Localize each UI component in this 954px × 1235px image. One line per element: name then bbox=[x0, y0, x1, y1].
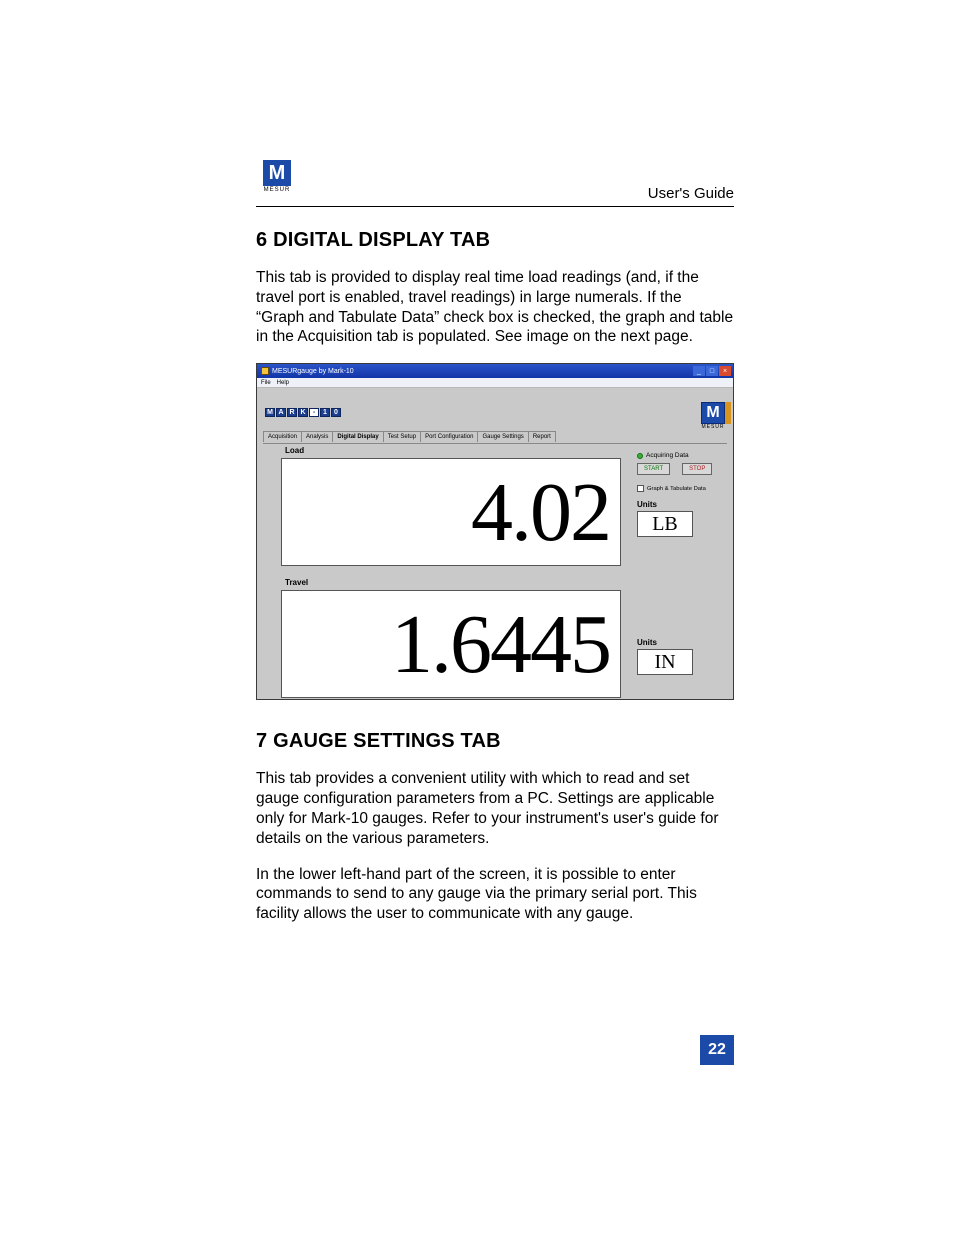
section-6-heading: 6 DIGITAL DISPLAY TAB bbox=[256, 229, 734, 252]
tab-report[interactable]: Report bbox=[528, 431, 556, 442]
graph-tabulate-label: Graph & Tabulate Data bbox=[647, 486, 706, 492]
page-header: M MESUR User's Guide bbox=[256, 160, 734, 207]
gauge-badge-icon bbox=[725, 402, 731, 424]
acquiring-label: Acquiring Data bbox=[646, 452, 689, 459]
tab-underline bbox=[263, 443, 727, 444]
graph-tabulate-checkbox[interactable] bbox=[637, 485, 644, 492]
document-page: M MESUR User's Guide 6 DIGITAL DISPLAY T… bbox=[0, 0, 954, 1235]
mesur-mini-square: M bbox=[701, 402, 725, 424]
logo-subtext: MESUR bbox=[264, 187, 291, 193]
minimize-button[interactable]: _ bbox=[693, 366, 705, 376]
section-7-heading: 7 GAUGE SETTINGS TAB bbox=[256, 730, 734, 753]
start-button[interactable]: START bbox=[637, 463, 670, 475]
section-7-paragraph-2: In the lower left-hand part of the scree… bbox=[256, 865, 734, 924]
header-title: User's Guide bbox=[648, 185, 734, 202]
travel-display: 1.6445 bbox=[281, 590, 621, 698]
tab-port-configuration[interactable]: Port Configuration bbox=[420, 431, 478, 442]
app-icon bbox=[261, 367, 269, 375]
tab-gauge-settings[interactable]: Gauge Settings bbox=[477, 431, 528, 442]
window-controls: _ □ × bbox=[693, 366, 731, 376]
mesur-mini-sub: MESUR bbox=[701, 424, 725, 430]
tab-strip: Acquisition Analysis Digital Display Tes… bbox=[263, 431, 555, 442]
acquiring-indicator: Acquiring Data bbox=[637, 452, 727, 459]
units-load-display: LB bbox=[637, 511, 693, 537]
app-screenshot: MESURgauge by Mark-10 _ □ × File Help M … bbox=[256, 363, 734, 700]
window-titlebar: MESURgauge by Mark-10 _ □ × bbox=[257, 364, 733, 378]
menu-bar: File Help bbox=[257, 378, 733, 388]
acquiring-led-icon bbox=[637, 453, 643, 459]
menu-file[interactable]: File bbox=[261, 380, 271, 386]
side-panel-bottom: Units IN bbox=[635, 638, 727, 675]
units-label-load: Units bbox=[637, 500, 727, 509]
app-body: M A R K - 1 0 M MESUR Acquisition Analys… bbox=[257, 388, 733, 699]
units-label-travel: Units bbox=[637, 638, 727, 647]
close-button[interactable]: × bbox=[719, 366, 731, 376]
graph-tabulate-row[interactable]: Graph & Tabulate Data bbox=[637, 485, 727, 492]
mark-10-brand: M A R K - 1 0 bbox=[265, 408, 341, 417]
tab-analysis[interactable]: Analysis bbox=[301, 431, 333, 442]
load-label: Load bbox=[285, 446, 304, 455]
travel-label: Travel bbox=[285, 578, 308, 587]
stop-button[interactable]: STOP bbox=[682, 463, 712, 475]
logo-square: M bbox=[263, 160, 291, 186]
units-travel-display: IN bbox=[637, 649, 693, 675]
tab-acquisition[interactable]: Acquisition bbox=[263, 431, 302, 442]
menu-help[interactable]: Help bbox=[277, 380, 289, 386]
section-6-paragraph: This tab is provided to display real tim… bbox=[256, 268, 734, 347]
section-7-paragraph-1: This tab provides a convenient utility w… bbox=[256, 769, 734, 848]
load-display: 4.02 bbox=[281, 458, 621, 566]
page-number: 22 bbox=[700, 1035, 734, 1065]
maximize-button[interactable]: □ bbox=[706, 366, 718, 376]
mesur-logo: M MESUR bbox=[256, 160, 298, 202]
mesur-mini-logo: M MESUR bbox=[701, 402, 725, 430]
tab-test-setup[interactable]: Test Setup bbox=[383, 431, 421, 442]
side-panel-top: Acquiring Data START STOP Graph & Tabula… bbox=[635, 446, 727, 537]
window-title: MESURgauge by Mark-10 bbox=[272, 368, 354, 375]
tab-digital-display[interactable]: Digital Display bbox=[332, 431, 383, 442]
